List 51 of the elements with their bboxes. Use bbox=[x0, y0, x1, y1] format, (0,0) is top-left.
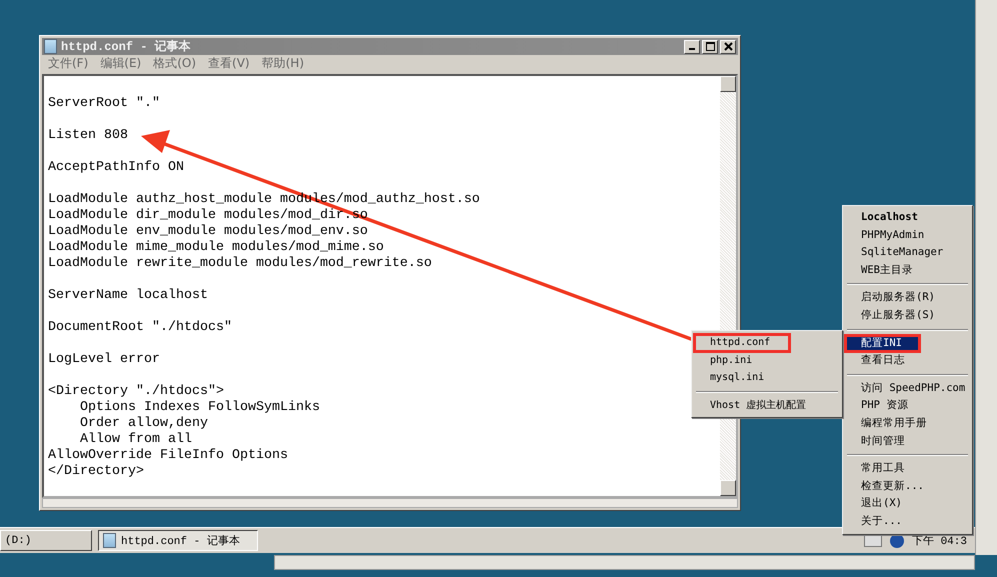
menu-item[interactable]: WEB主目录 bbox=[845, 262, 970, 280]
horizontal-scrollbar[interactable] bbox=[274, 555, 975, 570]
text-line: Allow from all bbox=[78, 432, 193, 448]
menu-item[interactable]: 查看(V) bbox=[208, 55, 250, 72]
text-line: Listen 808 bbox=[48, 128, 129, 144]
maximize-button[interactable] bbox=[702, 40, 718, 54]
text-line: DocumentRoot "./htdocs" bbox=[48, 320, 233, 336]
minimize-button[interactable] bbox=[684, 40, 700, 54]
menu-item[interactable]: 编辑(E) bbox=[100, 55, 142, 72]
menu-item[interactable]: 停止服务器(S) bbox=[845, 306, 970, 325]
close-icon bbox=[724, 42, 732, 51]
maximize-icon bbox=[706, 42, 714, 51]
menu-item[interactable]: PHP 资源 bbox=[845, 397, 970, 415]
menu-item[interactable]: mysql.ini bbox=[694, 369, 840, 387]
menu-item[interactable]: 时间管理 bbox=[845, 432, 970, 450]
text-line: </Directory> bbox=[48, 464, 145, 480]
text-line: ServerName localhost bbox=[48, 288, 209, 304]
notepad-icon bbox=[44, 39, 57, 54]
close-button[interactable] bbox=[720, 40, 736, 54]
text-line: AcceptPathInfo ON bbox=[48, 160, 185, 176]
menu-item[interactable]: 检查更新... bbox=[845, 478, 970, 496]
menu-item[interactable]: 查看日志 bbox=[845, 352, 970, 370]
menu-item[interactable]: Localhost bbox=[845, 209, 970, 227]
menu-item[interactable]: 配置INI bbox=[845, 334, 920, 352]
text-line: ServerRoot "." bbox=[48, 96, 161, 112]
menu-item[interactable]: php.ini bbox=[694, 352, 840, 370]
menu-item[interactable]: 帮助(H) bbox=[262, 55, 304, 72]
menu-item[interactable]: 编程常用手册 bbox=[845, 414, 970, 433]
text-line: AllowOverride FileInfo Options bbox=[48, 448, 289, 464]
menu-item[interactable]: 常用工具 bbox=[845, 460, 970, 478]
vertical-scrollbar[interactable] bbox=[975, 0, 997, 555]
menu-item[interactable]: 退出(X) bbox=[845, 495, 970, 513]
menu-item[interactable]: PHPMyAdmin bbox=[845, 226, 970, 244]
horizontal-scrollbar[interactable] bbox=[42, 498, 738, 508]
text-line: Order allow,deny bbox=[78, 416, 209, 432]
menu-item[interactable]: SqliteManager bbox=[845, 244, 970, 262]
menu-item[interactable]: 文件(F) bbox=[48, 55, 88, 72]
menu-item[interactable]: 访问 SpeedPHP.com bbox=[845, 380, 970, 398]
menu-item[interactable]: 关于... bbox=[845, 512, 970, 530]
text-line: LoadModule mime_module modules/mod_mime.so bbox=[48, 240, 385, 256]
menu-item[interactable]: 启动服务器(R) bbox=[845, 289, 970, 307]
menu-item[interactable]: 格式(O) bbox=[153, 55, 196, 72]
text-line: <Directory "./htdocs"> bbox=[48, 384, 225, 400]
menu-item[interactable]: Vhost 虚拟主机配置 bbox=[694, 396, 840, 414]
text-line: LoadModule env_module modules/mod_env.so bbox=[48, 224, 369, 240]
text-line: LoadModule rewrite_module modules/mod_rewrite.so bbox=[48, 256, 433, 272]
clock: 下午 04:3 bbox=[912, 535, 967, 548]
window-title: httpd.conf - 记事本 bbox=[61, 38, 192, 55]
taskbar-button[interactable]: (D:) bbox=[0, 530, 92, 551]
taskbar-button[interactable]: httpd.conf - 记事本 bbox=[98, 530, 258, 551]
menu-item[interactable]: httpd.conf bbox=[694, 334, 790, 352]
